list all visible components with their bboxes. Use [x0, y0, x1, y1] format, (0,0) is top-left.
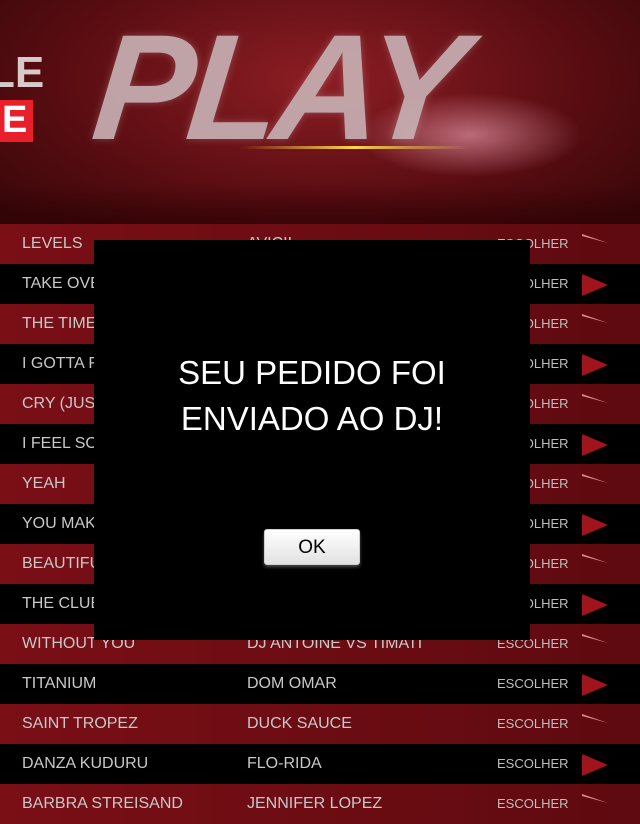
song-row[interactable]: BARBRA STREISAND JENNIFER LOPEZ ESCOLHER [0, 784, 640, 824]
play-triangle-icon[interactable] [580, 712, 610, 738]
song-artist: DOM OMAR [247, 675, 337, 692]
play-triangle-icon[interactable] [580, 592, 610, 618]
song-row[interactable]: SAINT TROPEZ DUCK SAUCE ESCOLHER [0, 704, 640, 744]
choose-button[interactable]: ESCOLHER [497, 664, 569, 704]
banner-title: PLAY [86, 3, 469, 171]
song-title: BARBRA STREISAND [22, 795, 183, 812]
play-triangle-icon[interactable] [580, 792, 610, 818]
play-triangle-icon[interactable] [580, 552, 610, 578]
play-triangle-icon[interactable] [580, 432, 610, 458]
song-row[interactable]: DANZA KUDURU FLO-RIDA ESCOLHER [0, 744, 640, 784]
choose-button[interactable]: ESCOLHER [497, 704, 569, 744]
song-title: DANZA KUDURU [22, 755, 149, 772]
confirmation-dialog: SEU PEDIDO FOI ENVIADO AO DJ! OK [94, 240, 530, 640]
play-triangle-icon[interactable] [580, 472, 610, 498]
song-artist: DUCK SAUCE [247, 715, 352, 732]
play-triangle-icon[interactable] [580, 392, 610, 418]
song-title: LEVELS [22, 235, 83, 252]
banner-side-top-text: LE [0, 48, 45, 97]
play-triangle-icon[interactable] [580, 312, 610, 338]
ok-button[interactable]: OK [264, 529, 360, 565]
song-title: TITANIUM [22, 675, 97, 692]
header-banner: LE E PLAY [0, 0, 640, 224]
play-triangle-icon[interactable] [580, 672, 610, 698]
play-triangle-icon[interactable] [580, 512, 610, 538]
dialog-message-line1: SEU PEDIDO FOI [178, 354, 446, 391]
banner-side-bottom-text: E [0, 99, 34, 142]
song-row[interactable]: TITANIUM DOM OMAR ESCOLHER [0, 664, 640, 704]
choose-button[interactable]: ESCOLHER [497, 744, 569, 784]
dialog-message: SEU PEDIDO FOI ENVIADO AO DJ! [94, 350, 530, 442]
song-artist: JENNIFER LOPEZ [247, 795, 383, 812]
banner-logo-fragment: LE E [0, 48, 64, 142]
song-artist: FLO-RIDA [247, 755, 322, 772]
song-title: SAINT TROPEZ [22, 715, 138, 732]
song-title: YEAH [22, 475, 66, 492]
song-title: THE TIME [22, 315, 97, 332]
choose-button[interactable]: ESCOLHER [497, 784, 569, 824]
play-triangle-icon[interactable] [580, 272, 610, 298]
play-triangle-icon[interactable] [580, 632, 610, 658]
play-triangle-icon[interactable] [580, 352, 610, 378]
banner-light-streak [240, 146, 470, 149]
play-triangle-icon[interactable] [580, 232, 610, 258]
dialog-message-line2: ENVIADO AO DJ! [180, 400, 444, 437]
play-triangle-icon[interactable] [580, 752, 610, 778]
